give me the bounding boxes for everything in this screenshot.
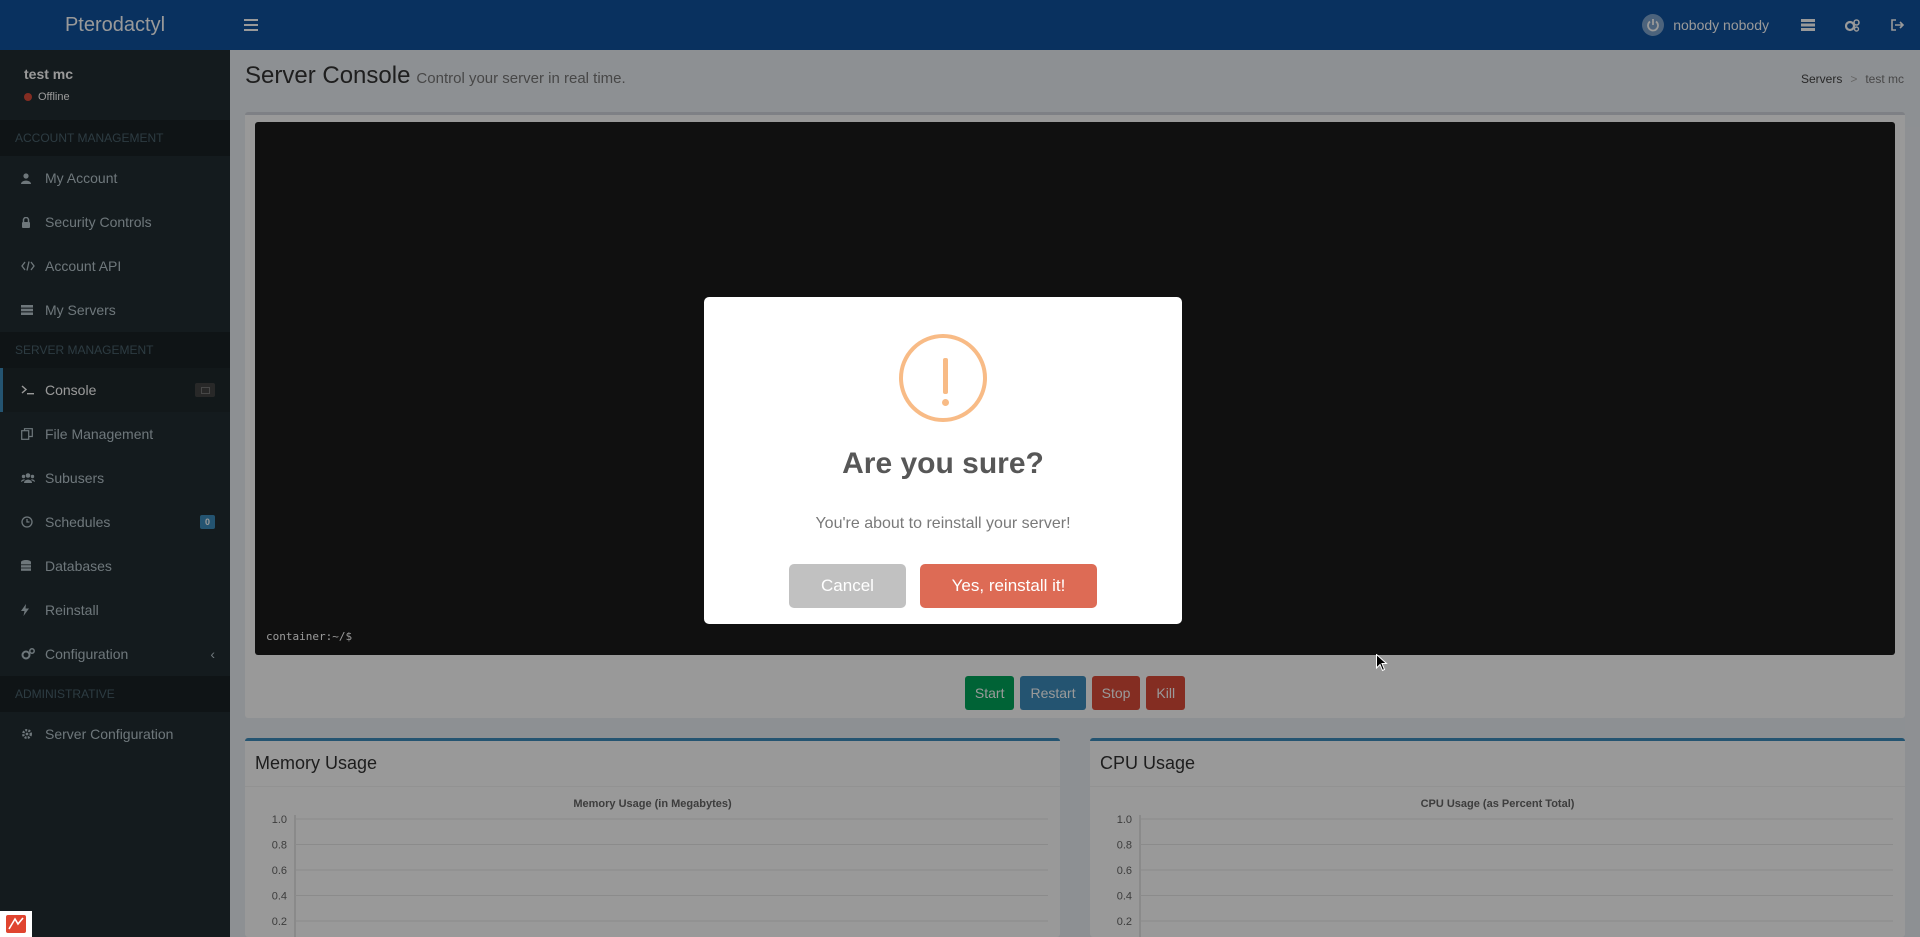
mouse-cursor-icon — [1376, 653, 1388, 675]
cancel-button[interactable]: Cancel — [789, 564, 906, 608]
dialog-buttons: Cancel Yes, reinstall it! — [704, 564, 1182, 608]
warning-dot — [942, 399, 949, 406]
warning-bar — [943, 358, 948, 394]
dialog-title: Are you sure? — [842, 447, 1044, 480]
corner-app-icon[interactable] — [0, 911, 32, 937]
confirm-reinstall-button[interactable]: Yes, reinstall it! — [920, 564, 1097, 608]
confirm-reinstall-dialog: Are you sure? You're about to reinstall … — [704, 297, 1182, 624]
dialog-text: You're about to reinstall your server! — [815, 515, 1071, 532]
warning-icon — [899, 334, 987, 422]
